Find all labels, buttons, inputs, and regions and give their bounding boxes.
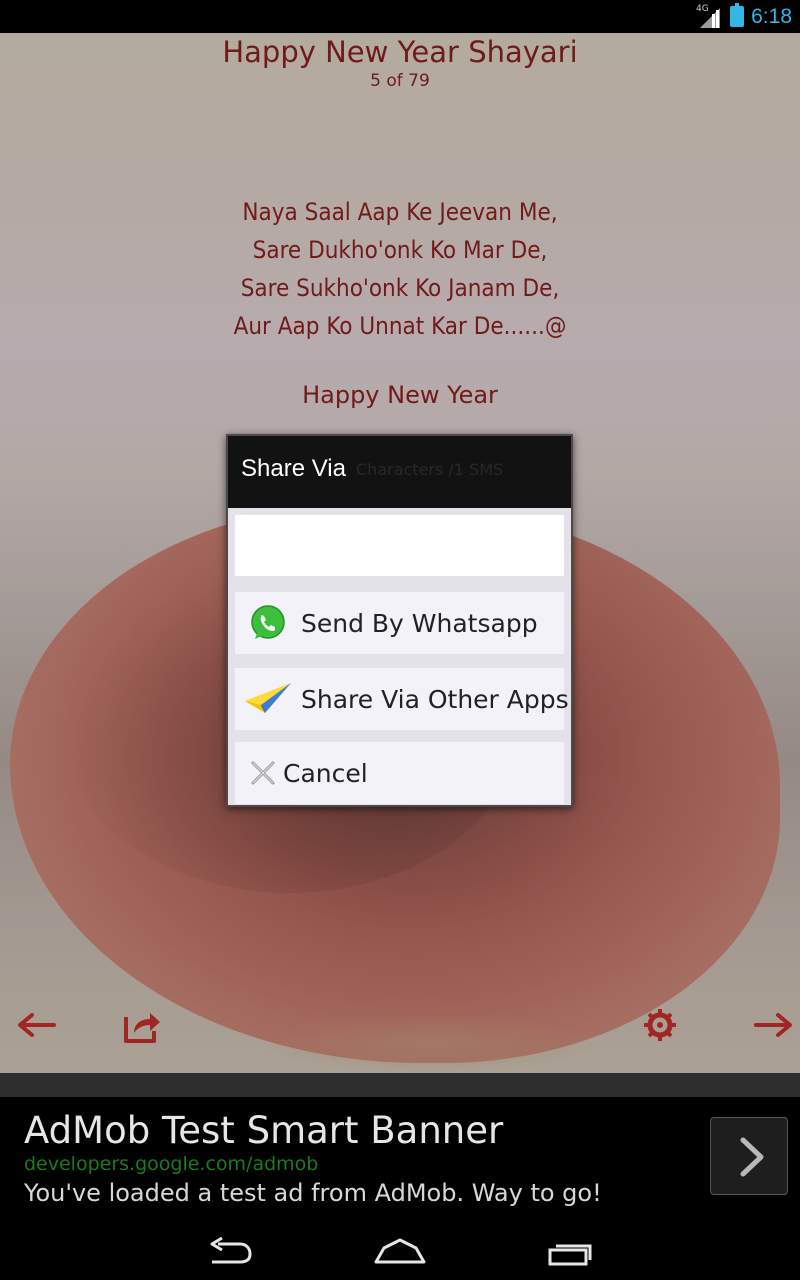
dialog-title: Share Via: [241, 455, 346, 482]
navigation-bar: [0, 1222, 800, 1280]
dialog-blank-area: [235, 515, 564, 576]
network-type: 4G: [696, 4, 709, 14]
dialog-body: Send By Whatsapp Share Via Other Apps Ca…: [228, 508, 571, 805]
home-icon[interactable]: [370, 1228, 430, 1272]
chevron-right-icon: [740, 1137, 764, 1177]
char-counter-text: Characters /1 SMS: [356, 460, 504, 479]
whatsapp-icon: [243, 598, 293, 648]
option-label: Cancel: [283, 758, 368, 788]
ad-open-button[interactable]: [710, 1117, 788, 1195]
back-icon[interactable]: [200, 1228, 260, 1272]
battery-icon: [730, 3, 744, 27]
close-icon: [243, 748, 283, 798]
paper-plane-icon: [243, 674, 293, 724]
ad-url[interactable]: developers.google.com/admob: [24, 1153, 318, 1175]
cancel-button[interactable]: Cancel: [235, 742, 564, 804]
send-whatsapp-button[interactable]: Send By Whatsapp: [235, 592, 564, 654]
signal-icon: 4G: [696, 4, 720, 28]
option-label: Share Via Other Apps: [301, 684, 569, 714]
dialog-header: Share Via Characters /1 SMS: [228, 436, 571, 508]
share-other-apps-button[interactable]: Share Via Other Apps: [235, 668, 569, 730]
status-bar: 4G 6:18: [0, 0, 800, 33]
ad-divider: [0, 1073, 800, 1097]
share-dialog: Share Via Characters /1 SMS Send By What…: [226, 434, 573, 807]
clock: 6:18: [751, 5, 792, 28]
recents-icon[interactable]: [540, 1228, 600, 1272]
ad-description[interactable]: You've loaded a test ad from AdMob. Way …: [24, 1179, 602, 1207]
ad-title[interactable]: AdMob Test Smart Banner: [24, 1109, 503, 1152]
option-label: Send By Whatsapp: [301, 608, 538, 638]
ad-banner[interactable]: AdMob Test Smart Banner developers.googl…: [0, 1097, 800, 1222]
